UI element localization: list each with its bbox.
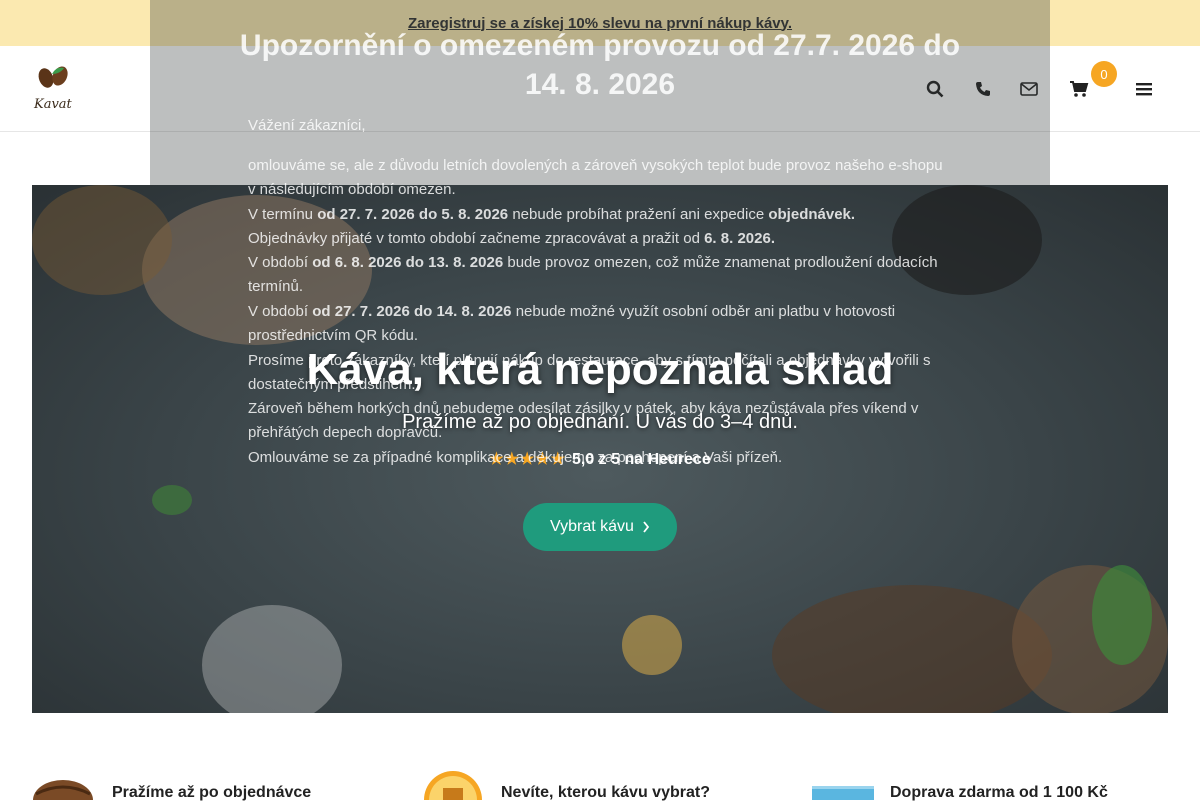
feature-item: Doprava zdarma od 1 100 Kč	[812, 760, 1172, 801]
choose-coffee-label: Vybrat kávu	[550, 518, 634, 535]
feature-title: Pražíme až po objednávce	[112, 784, 312, 801]
feature-title: Doprava zdarma od 1 100 Kč	[890, 784, 1108, 801]
feature-title: Nevíte, kterou kávu vybrat?	[501, 784, 710, 801]
sugar-image	[32, 185, 172, 295]
coffee-bowl-image	[892, 185, 1042, 295]
coffee-bean-icon	[33, 780, 93, 800]
leaf-image	[152, 485, 192, 515]
hero-title: Káva, která nepoznala sklad	[306, 345, 894, 394]
logo-text: Kavat	[33, 97, 73, 112]
hero-subtitle: Pražíme až po objednání. U vás do 3–4 dn…	[402, 411, 798, 433]
hero-banner: Káva, která nepoznala sklad Pražíme až p…	[32, 185, 1168, 713]
site-logo[interactable]: Kavat	[32, 64, 76, 114]
rating-stars-icon: ★★★★★	[489, 451, 566, 468]
menu-icon[interactable]	[1133, 78, 1155, 100]
cart-icon[interactable]	[1068, 78, 1090, 100]
cart-count-badge: 0	[1091, 61, 1117, 87]
chevron-right-icon	[643, 521, 650, 533]
leaf-image	[1092, 565, 1152, 665]
choose-coffee-button[interactable]: Vybrat kávu	[523, 503, 677, 551]
capsule-image	[622, 615, 682, 675]
cup-image	[202, 605, 342, 713]
delivery-truck-icon	[812, 786, 874, 800]
notice-modal-backdrop	[150, 0, 1050, 185]
coffee-cup-icon	[424, 771, 482, 800]
burlap-sack-image	[142, 195, 372, 345]
hero-rating: ★★★★★ 5,0 z 5 na Heurece	[32, 449, 1168, 469]
feature-item: Nevíte, kterou kávu vybrat?	[423, 760, 763, 801]
features-strip: Pražíme až po objednávce Nevíte, kterou …	[0, 760, 1200, 801]
rating-text: 5,0 z 5 na Heurece	[571, 451, 711, 468]
feature-item: Pražíme až po objednávce	[32, 760, 372, 801]
tray-image	[772, 585, 1052, 713]
